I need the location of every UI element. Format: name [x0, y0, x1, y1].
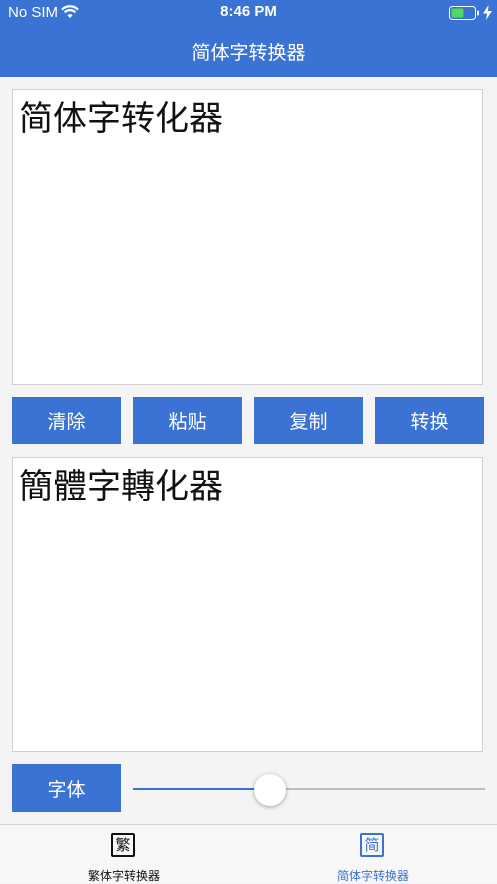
convert-button[interactable]: 转换: [375, 397, 484, 444]
traditional-output[interactable]: 簡體字轉化器: [12, 457, 483, 752]
simplified-input[interactable]: 简体字转化器: [12, 89, 483, 385]
clear-button[interactable]: 清除: [12, 397, 121, 444]
paste-button[interactable]: 粘贴: [133, 397, 242, 444]
status-bar: No SIM 8:46 PM: [0, 0, 497, 26]
tab-simplified-converter[interactable]: 简 简体字转换器: [249, 825, 497, 884]
status-time: 8:46 PM: [220, 3, 277, 20]
slider-fill: [133, 788, 271, 790]
tab-traditional-converter[interactable]: 繁 繁体字转换器: [0, 825, 248, 884]
traditional-char-icon: 繁: [111, 833, 135, 857]
page-title: 简体字转换器: [191, 42, 306, 64]
charge-icon: [483, 5, 492, 20]
header: No SIM 8:46 PM 简体字转换器: [0, 0, 497, 77]
tab-label: 繁体字转换器: [87, 869, 160, 883]
tab-label: 简体字转换器: [336, 869, 409, 883]
simplified-char-icon: 简: [360, 833, 384, 857]
battery-icon: [449, 6, 479, 20]
tab-bar: 繁 繁体字转换器 简 简体字转换器: [0, 824, 497, 883]
slider-thumb[interactable]: [254, 774, 287, 806]
copy-button[interactable]: 复制: [254, 397, 363, 444]
font-button[interactable]: 字体: [12, 764, 121, 812]
font-size-slider[interactable]: [133, 774, 485, 806]
